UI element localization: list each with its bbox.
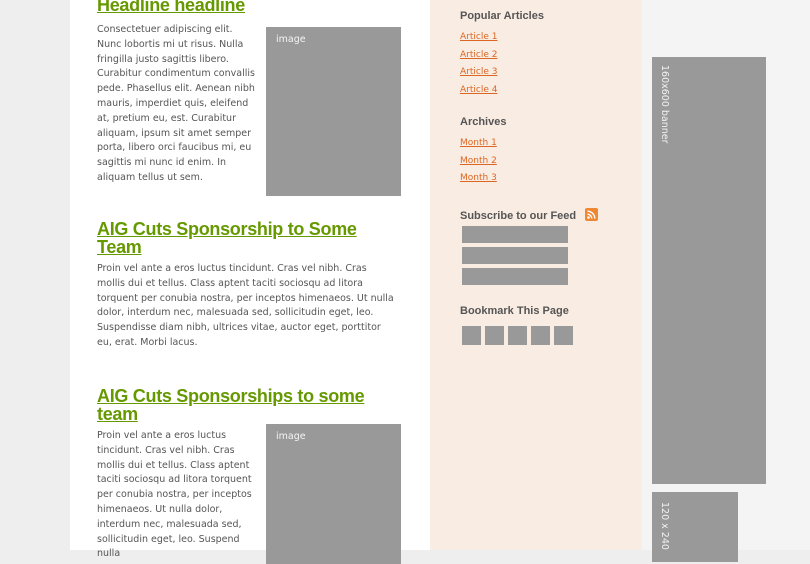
archive-link[interactable]: Month 3 — [460, 173, 497, 183]
popular-articles-list: Article 1 Article 2 Article 3 Article 4 — [460, 29, 630, 99]
article-link[interactable]: Article 4 — [460, 85, 497, 95]
article-body: Proin vel ante a eros luctus tincidunt. … — [97, 263, 394, 348]
bookmark-heading: Bookmark This Page — [460, 305, 569, 317]
list-item: Article 1 — [460, 29, 630, 47]
bookmark-button[interactable] — [485, 326, 504, 345]
skyscraper-banner[interactable]: 160x600 banner — [652, 57, 766, 484]
article-image: image — [266, 27, 401, 196]
popular-articles: Popular Articles Article 1 Article 2 Art… — [460, 10, 630, 99]
bookmark-buttons — [462, 326, 577, 345]
list-item: Month 2 — [460, 153, 630, 171]
bookmark-page: Bookmark This Page — [460, 305, 630, 317]
image-label: image — [276, 431, 306, 442]
list-item: Month 1 — [460, 135, 630, 153]
feed-input[interactable] — [462, 247, 568, 264]
banner-label: 120 x 240 — [659, 502, 670, 550]
subscribe-inputs — [462, 226, 568, 289]
feed-input[interactable] — [462, 226, 568, 243]
article-link[interactable]: Article 3 — [460, 67, 497, 77]
bookmark-button[interactable] — [508, 326, 527, 345]
article-body: Consectetuer adipiscing elit. Nunc lobor… — [97, 24, 255, 183]
image-label: image — [276, 34, 306, 45]
archives: Archives Month 1 Month 2 Month 3 — [460, 116, 630, 188]
list-item: Article 3 — [460, 64, 630, 82]
subscribe-heading: Subscribe to our Feed — [460, 209, 577, 222]
archives-heading: Archives — [460, 116, 507, 128]
list-item: Month 3 — [460, 170, 630, 188]
article: AIG Cuts Sponsorship to Some Team Proin … — [97, 220, 402, 351]
article-headline[interactable]: AIG Cuts Sponsorship to Some Team — [97, 220, 402, 256]
popular-articles-heading: Popular Articles — [460, 10, 544, 22]
rss-icon[interactable] — [585, 206, 599, 225]
bookmark-button[interactable] — [462, 326, 481, 345]
list-item: Article 2 — [460, 47, 630, 65]
archive-link[interactable]: Month 2 — [460, 156, 497, 166]
article-headline[interactable]: Headline headline — [97, 0, 402, 14]
bookmark-button[interactable] — [531, 326, 550, 345]
article-image: image — [266, 424, 401, 564]
article-link[interactable]: Article 2 — [460, 50, 497, 60]
feed-input[interactable] — [462, 268, 568, 285]
subscribe-feed: Subscribe to our Feed — [460, 205, 630, 225]
article-link[interactable]: Article 1 — [460, 32, 497, 42]
list-item: Article 4 — [460, 82, 630, 100]
banner-label: 160x600 banner — [659, 65, 670, 144]
article-headline[interactable]: AIG Cuts Sponsorships to some team — [97, 387, 402, 423]
archive-link[interactable]: Month 1 — [460, 138, 497, 148]
small-banner[interactable]: 120 x 240 — [652, 492, 738, 562]
bookmark-button[interactable] — [554, 326, 573, 345]
article-body: Proin vel ante a eros luctus tincidunt. … — [97, 430, 252, 560]
archives-list: Month 1 Month 2 Month 3 — [460, 135, 630, 188]
